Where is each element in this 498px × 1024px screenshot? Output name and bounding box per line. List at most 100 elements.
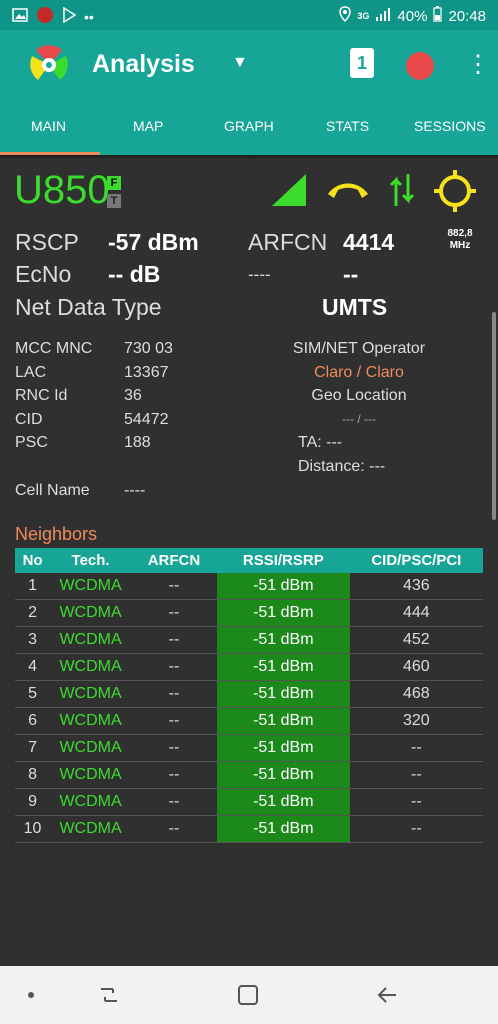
- table-row: 10 WCDMA -- -51 dBm --: [15, 815, 483, 843]
- status-bar: •• 3G 40% 20:48: [0, 0, 498, 30]
- column-header-no: No: [15, 548, 51, 573]
- tab-main[interactable]: MAIN: [31, 118, 66, 134]
- ecno-label: EcNo: [15, 261, 72, 287]
- frequency-value: 882,8: [447, 228, 473, 239]
- column-header-cid: CID/PSC/PCI: [349, 548, 483, 573]
- neighbor-no: 1: [15, 573, 51, 600]
- lac-label: LAC: [15, 364, 47, 381]
- neighbors-title: Neighbors: [15, 524, 98, 544]
- neighbor-cid: 320: [349, 707, 483, 735]
- neighbor-no: 2: [15, 599, 51, 627]
- mcc-mnc-label: MCC MNC: [15, 340, 93, 357]
- cell-name-value: ----: [124, 482, 146, 499]
- table-row: 8 WCDMA -- -51 dBm --: [15, 761, 483, 789]
- arfcn-label: ARFCN: [248, 229, 328, 255]
- neighbor-no: 5: [15, 680, 51, 708]
- sim-slot-button[interactable]: 1: [350, 48, 374, 78]
- psc-value: 188: [124, 434, 151, 451]
- table-header-row: No Tech. ARFCN RSSI/RSRP CID/PSC/PCI: [15, 548, 483, 573]
- neighbor-rssi: -51 dBm: [216, 573, 350, 600]
- psc-label: PSC: [15, 434, 48, 451]
- mcc-mnc-value: 730 03: [124, 340, 173, 357]
- overflow-menu-icon[interactable]: ⋮: [466, 50, 490, 80]
- app-badge-icon: [36, 6, 54, 28]
- neighbor-tech: WCDMA: [50, 734, 132, 762]
- tab-bar: MAIN MAP GRAPH STATS SESSIONS: [0, 100, 498, 156]
- tab-sessions[interactable]: SESSIONS: [414, 118, 486, 134]
- table-row: 4 WCDMA -- -51 dBm 460: [15, 653, 483, 681]
- cell-name-label: Cell Name: [15, 482, 90, 499]
- neighbor-cid: 444: [349, 599, 483, 627]
- status-icons-left: ••: [12, 6, 94, 28]
- neighbor-cid: --: [349, 815, 483, 843]
- page-title: Analysis: [92, 50, 195, 78]
- neighbor-tech: WCDMA: [50, 707, 132, 735]
- home-icon[interactable]: [237, 984, 259, 1011]
- neighbor-tech: WCDMA: [50, 599, 132, 627]
- chevron-down-icon[interactable]: ▼: [232, 54, 248, 72]
- frequency: 882,8 MHz: [438, 228, 482, 252]
- ta-label: TA: ---: [298, 434, 343, 451]
- image-icon: [12, 8, 28, 26]
- neighbor-arfcn: --: [131, 761, 217, 789]
- network-type: 3G: [357, 11, 370, 21]
- location-icon: [339, 6, 352, 26]
- back-icon[interactable]: [376, 984, 398, 1011]
- neighbor-arfcn: --: [131, 653, 217, 681]
- gps-target-icon[interactable]: [434, 170, 476, 217]
- battery-percent: 40%: [397, 7, 428, 25]
- data-transfer-icon: [388, 172, 416, 213]
- neighbor-arfcn: --: [131, 707, 217, 735]
- recent-apps-icon[interactable]: [98, 984, 120, 1011]
- neighbor-no: 6: [15, 707, 51, 735]
- neighbor-arfcn: --: [131, 626, 217, 654]
- tab-map[interactable]: MAP: [133, 118, 163, 134]
- neighbor-no: 4: [15, 653, 51, 681]
- tab-stats[interactable]: STATS: [326, 118, 369, 134]
- extra-value: --: [343, 261, 359, 287]
- scrollbar[interactable]: [492, 312, 496, 520]
- app-bar: Analysis ▼ 1 ⋮: [0, 30, 498, 100]
- neighbor-rssi: -51 dBm: [216, 815, 350, 843]
- neighbor-rssi: -51 dBm: [216, 761, 350, 789]
- table-row: 7 WCDMA -- -51 dBm --: [15, 734, 483, 762]
- neighbor-cid: 452: [349, 626, 483, 654]
- column-header-rssi: RSSI/RSRP: [216, 548, 350, 573]
- rscp-label: RSCP: [15, 229, 79, 255]
- phone-call-icon: [324, 178, 372, 207]
- neighbor-arfcn: --: [131, 734, 217, 762]
- neighbor-rssi: -51 dBm: [216, 707, 350, 735]
- neighbor-tech: WCDMA: [50, 680, 132, 708]
- frequency-unit: MHz: [449, 240, 471, 251]
- column-header-arfcn: ARFCN: [131, 548, 217, 573]
- neighbors-body: 1 WCDMA -- -51 dBm 436 2 WCDMA -- -51 dBm 444 3 WCD…: [15, 573, 483, 843]
- neighbor-tech: WCDMA: [50, 788, 132, 816]
- rnc-value: 36: [124, 387, 142, 404]
- app-logo-icon: [26, 42, 72, 88]
- rscp-value: -57 dBm: [108, 229, 199, 255]
- neighbor-rssi: -51 dBm: [216, 626, 350, 654]
- operator-value: Claro / Claro: [314, 364, 404, 381]
- signal-strength-icon: [270, 172, 308, 213]
- record-button[interactable]: [406, 52, 434, 80]
- battery-icon: [433, 6, 443, 26]
- neighbor-rssi: -51 dBm: [216, 599, 350, 627]
- column-header-tech: Tech.: [50, 548, 132, 573]
- cid-label: CID: [15, 411, 43, 428]
- neighbor-cid: 468: [349, 680, 483, 708]
- geo-location-value: --- / ---: [342, 412, 376, 426]
- lac-value: 13367: [124, 364, 169, 381]
- status-icons-right: 3G 40% 20:48: [339, 6, 486, 26]
- nav-dot-icon[interactable]: [28, 992, 34, 998]
- neighbor-cid: 436: [349, 573, 483, 600]
- tab-graph[interactable]: GRAPH: [224, 118, 274, 134]
- neighbor-arfcn: --: [131, 573, 217, 600]
- badge-f: F: [107, 176, 121, 190]
- tab-shadow: [0, 155, 498, 159]
- geo-location-label: Geo Location: [311, 387, 407, 404]
- table-row: 1 WCDMA -- -51 dBm 436: [15, 573, 483, 600]
- table-row: 9 WCDMA -- -51 dBm --: [15, 788, 483, 816]
- band-label: U850: [14, 168, 110, 212]
- neighbor-tech: WCDMA: [50, 815, 132, 843]
- neighbor-no: 10: [15, 815, 51, 843]
